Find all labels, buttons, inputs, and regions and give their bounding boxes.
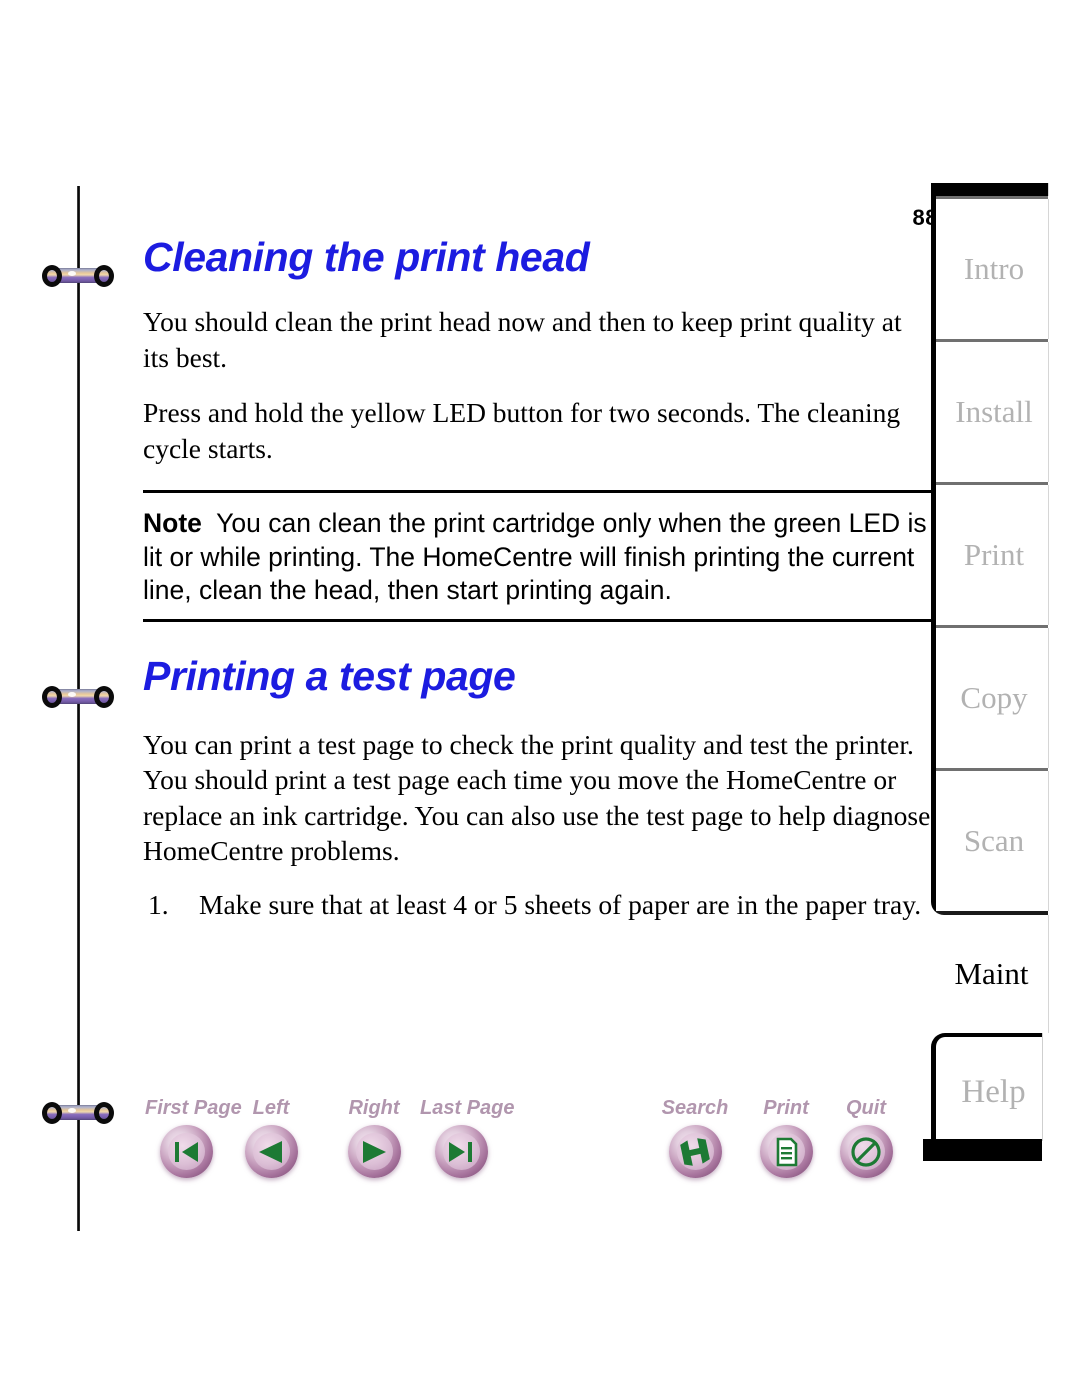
- sidebar-tab-intro[interactable]: Intro: [936, 196, 1049, 339]
- tab-edge: [1048, 628, 1049, 768]
- step-text: Make sure that at least 4 or 5 sheets of…: [199, 888, 922, 920]
- tab-edge: [1048, 199, 1049, 339]
- tab-label: Install: [955, 394, 1033, 429]
- body-paragraph: You should clean the print head now and …: [143, 306, 902, 373]
- quit-button[interactable]: Quit: [825, 1096, 907, 1178]
- nav-label: Search: [661, 1097, 729, 1119]
- binder-ring-cap-left: [42, 265, 62, 287]
- last-page-button[interactable]: Last Page: [420, 1096, 515, 1178]
- next-page-button[interactable]: Right: [333, 1096, 415, 1178]
- tab-edge: [1048, 485, 1049, 625]
- print-icon: [759, 1125, 813, 1178]
- section-tab-rail: Intro Install Print Copy Scan Maint Help: [923, 183, 1049, 1161]
- numbered-step: 1. Make sure that at least 4 or 5 sheets…: [143, 887, 959, 922]
- sidebar-tab-maint-active[interactable]: Maint: [931, 915, 1049, 1033]
- page-title: Cleaning the print head: [143, 234, 590, 280]
- tab-label: Maint: [954, 956, 1029, 991]
- last-page-icon: [434, 1125, 488, 1178]
- nav-label: Right: [348, 1097, 400, 1119]
- step-number: 1.: [148, 888, 169, 920]
- tab-rail-edge: [1048, 183, 1049, 196]
- next-page-icon: [347, 1125, 401, 1178]
- nav-label: Quit: [846, 1097, 886, 1119]
- binder-ring-cap-right: [94, 686, 114, 708]
- first-page-icon: [159, 1125, 213, 1178]
- binder-ring: [42, 265, 114, 287]
- manual-page: 88 Cleaning the print head You should cl…: [0, 0, 1080, 1397]
- tab-edge: [1048, 915, 1049, 1033]
- binder-spine: [77, 186, 80, 1231]
- page-content: 88 Cleaning the print head You should cl…: [143, 186, 938, 922]
- tab-label: Intro: [963, 251, 1025, 286]
- nav-label: Left: [252, 1097, 290, 1119]
- binder-ring: [42, 686, 114, 708]
- binder-ring-highlight: [68, 692, 76, 697]
- binder-ring-highlight: [68, 271, 76, 276]
- note-block: Note You can clean the print cartridge o…: [143, 490, 938, 623]
- sidebar-tab-install[interactable]: Install: [936, 339, 1049, 482]
- binder-ring-cap-left: [42, 686, 62, 708]
- body-paragraph: You can print a test page to check the p…: [143, 728, 931, 867]
- note-label: Note: [143, 508, 202, 539]
- body-paragraph: Press and hold the yellow LED button for…: [143, 397, 901, 464]
- binder-ring-cap-right: [94, 265, 114, 287]
- nav-label: Last Page: [420, 1097, 515, 1119]
- print-button[interactable]: Print: [745, 1096, 827, 1178]
- previous-page-icon: [244, 1125, 298, 1178]
- sidebar-tab-scan[interactable]: Scan: [936, 768, 1049, 911]
- tab-label: Copy: [960, 680, 1028, 715]
- note-body: You can clean the print cartridge only w…: [143, 508, 927, 606]
- tab-edge: [1048, 771, 1049, 911]
- search-icon: [668, 1125, 722, 1178]
- tab-label: Scan: [963, 823, 1025, 858]
- nav-label: First Page: [145, 1097, 242, 1119]
- note-text: Note You can clean the print cartridge o…: [143, 507, 938, 607]
- tab-edge: [1048, 342, 1049, 482]
- tab-stack-top-bar: [931, 183, 1048, 196]
- tab-label: Print: [963, 537, 1025, 572]
- quit-icon: [839, 1125, 893, 1178]
- sidebar-tab-copy[interactable]: Copy: [936, 625, 1049, 768]
- section-heading-test-page: Printing a test page: [143, 653, 516, 700]
- tab-stack: Intro Install Print Copy Scan: [931, 183, 1049, 915]
- first-page-button[interactable]: First Page: [145, 1096, 242, 1178]
- navigation-toolbar: First Page Left Right Last Page Search P…: [0, 1088, 1080, 1198]
- sidebar-tab-print[interactable]: Print: [936, 482, 1049, 625]
- nav-label: Print: [763, 1097, 809, 1119]
- previous-page-button[interactable]: Left: [230, 1096, 312, 1178]
- search-button[interactable]: Search: [654, 1096, 736, 1178]
